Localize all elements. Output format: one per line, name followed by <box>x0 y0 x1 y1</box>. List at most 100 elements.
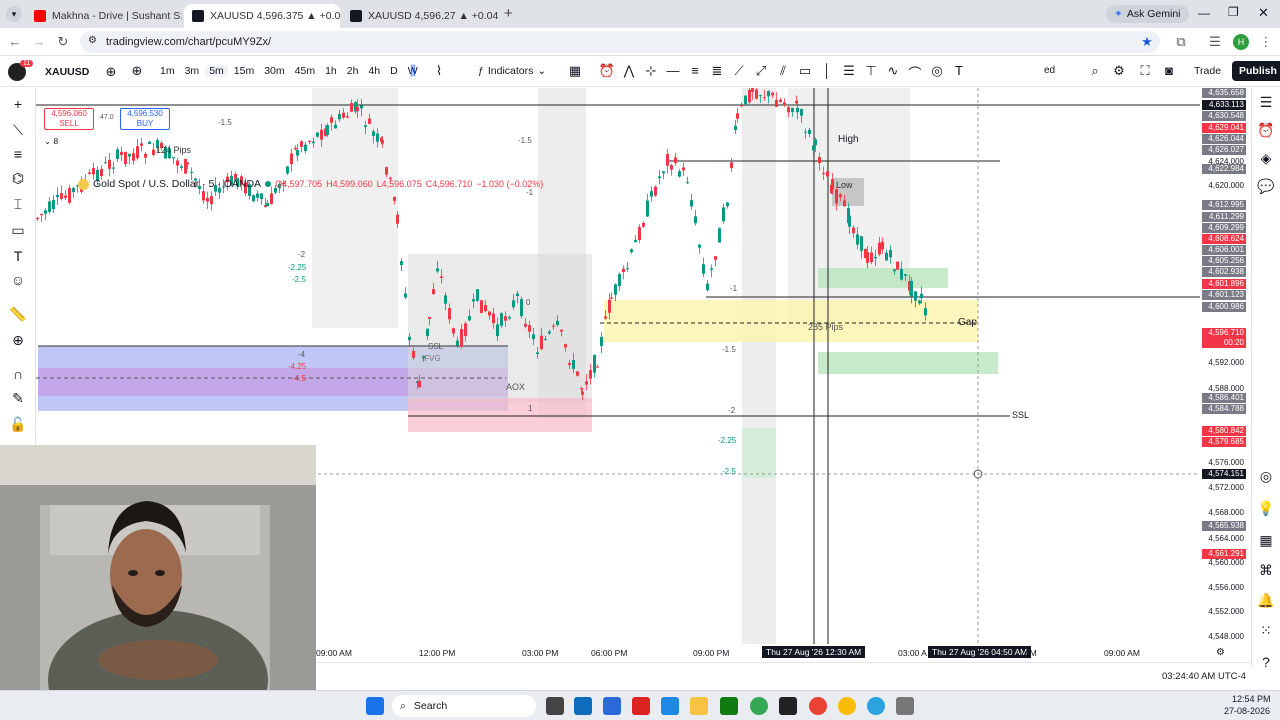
settings-icon[interactable] <box>896 697 914 715</box>
target-icon[interactable]: ◎ <box>1255 468 1277 485</box>
calendar-icon[interactable]: ▦ <box>1255 532 1277 549</box>
timeframe-3m[interactable]: 3m <box>181 65 204 77</box>
path-icon[interactable]: ∿ <box>882 63 904 82</box>
emoji-icon[interactable]: ☺ <box>7 272 29 288</box>
reload-icon[interactable]: ↻ <box>54 33 72 51</box>
utc-clock[interactable]: 03:24:40 AM UTC-4 <box>1162 671 1246 682</box>
trend-line-icon[interactable]: ⟋ <box>728 63 750 82</box>
chrome-icon[interactable] <box>750 697 768 715</box>
windows-start-icon[interactable] <box>366 697 384 715</box>
timeframe-5m[interactable]: 5m <box>205 65 228 77</box>
alerts-icon[interactable]: ⏰ <box>1255 122 1277 139</box>
ask-gemini-button[interactable]: ✦ Ask Gemini <box>1106 5 1189 23</box>
store-icon[interactable] <box>603 697 621 715</box>
ideas-icon[interactable]: 💡 <box>1255 500 1277 517</box>
publish-button[interactable]: Publish <box>1232 61 1280 81</box>
vertical-line-icon[interactable]: │ <box>816 63 838 82</box>
axis-settings-icon[interactable]: ⚙ <box>1216 647 1225 658</box>
chat-icon[interactable]: 💬 <box>1255 178 1277 195</box>
back-icon[interactable]: ← <box>6 33 24 51</box>
line-chart-icon[interactable]: ⌇ <box>428 63 450 79</box>
lock-icon[interactable]: 🔓 <box>7 416 29 433</box>
taskbar-date[interactable]: 27-08-2026 <box>1224 706 1270 716</box>
tab-2[interactable]: XAUUSD 4,596.27 ▲ +0.04% U × <box>342 4 498 28</box>
symbol-search[interactable]: XAUUSD <box>40 63 98 81</box>
magnet-icon[interactable]: ∩ <box>7 366 29 382</box>
indicators-button[interactable]: ƒ Indicators ⌄ <box>478 65 546 77</box>
object-tree-icon[interactable]: ◈ <box>1255 150 1277 167</box>
fullscreen-icon[interactable]: ⛶ <box>1134 63 1156 79</box>
tab-0[interactable]: Makhna - Drive | Sushant S × <box>26 4 182 28</box>
pattern-icon[interactable]: ⌬ <box>7 170 29 187</box>
zoom-in-icon[interactable]: ⊕ <box>7 332 29 349</box>
menu-kebab-icon[interactable]: ⋮ <box>1257 33 1275 51</box>
fib-retracement-icon[interactable]: ≡ <box>7 146 29 162</box>
circle-icon[interactable]: ◎ <box>926 63 948 82</box>
blue-app-icon[interactable] <box>661 697 679 715</box>
stay-drawing-icon[interactable]: ✎ <box>7 390 29 407</box>
file-explorer-icon[interactable] <box>690 697 708 715</box>
crosshair-icon[interactable]: + <box>7 96 29 112</box>
curve-icon[interactable]: ⌒ <box>904 63 926 82</box>
candles-icon[interactable]: ⫼ <box>402 63 424 79</box>
alert-icon[interactable]: ⏰ <box>596 63 618 82</box>
extensions-icon[interactable]: ⧉ <box>1172 33 1190 51</box>
new-tab-button[interactable]: + <box>504 5 513 22</box>
timeframe-30m[interactable]: 30m <box>260 65 288 77</box>
red-app-icon[interactable] <box>632 697 650 715</box>
rectangle-icon[interactable]: ▭ <box>794 63 816 82</box>
outlook-icon[interactable] <box>574 697 592 715</box>
ruler-icon[interactable]: 📏 <box>7 306 29 323</box>
fib-icon[interactable]: ≡ <box>684 63 706 82</box>
compare-icon[interactable]: ⊕ <box>100 64 122 80</box>
horizontal-line-icon[interactable]: — <box>662 63 684 82</box>
telegram-icon[interactable] <box>867 697 885 715</box>
settings-icon[interactable]: ⚙ <box>1108 63 1130 79</box>
time-axis[interactable]: 09:00 AM 12:00 PM 03:00 PM 06:00 PM 09:0… <box>316 644 1251 662</box>
maximize-button[interactable]: ❐ <box>1228 5 1239 19</box>
watchlist-icon[interactable]: ☰ <box>1255 94 1277 111</box>
lot-selector[interactable]: ⌄ 8 <box>44 136 58 147</box>
close-tab-icon[interactable]: × <box>180 9 182 23</box>
profile-avatar[interactable]: H <box>1233 34 1249 50</box>
text-icon[interactable]: T <box>7 248 29 264</box>
close-window-button[interactable]: ✕ <box>1258 5 1269 21</box>
news-icon[interactable]: ⌘ <box>1255 562 1277 579</box>
channel-icon[interactable]: ⫽ <box>772 63 794 82</box>
taskbar-time[interactable]: 12:54 PM <box>1232 694 1271 704</box>
timeframe-D[interactable]: D <box>386 65 402 77</box>
anchor-icon[interactable]: ⊤ <box>860 63 882 82</box>
trade-button[interactable]: Trade <box>1194 65 1221 77</box>
search-icon[interactable]: ⌕ <box>1084 63 1106 79</box>
tab-search-button[interactable]: ▾ <box>6 6 22 22</box>
url-field[interactable]: ⚙ tradingview.com/chart/pcuMY9Zx/ <box>80 31 1160 53</box>
site-info-icon[interactable]: ⚙ <box>88 35 97 46</box>
text-icon[interactable]: T <box>948 63 970 82</box>
taskbar-search[interactable]: ⌕ Search <box>392 695 536 717</box>
rectangle-icon[interactable]: ▭ <box>7 222 29 239</box>
buy-button[interactable]: 4,596.530 BUY <box>120 108 170 130</box>
dark-app-icon[interactable] <box>779 697 797 715</box>
chrome-icon[interactable] <box>838 697 856 715</box>
pattern-icon[interactable]: ⋀ <box>618 63 640 82</box>
timeframe-15m[interactable]: 15m <box>230 65 258 77</box>
reading-list-icon[interactable]: ☰ <box>1206 33 1224 51</box>
help-icon[interactable]: ? <box>1255 654 1277 670</box>
sell-button[interactable]: 4,596.060 SELL <box>44 108 94 130</box>
tab-1[interactable]: XAUUSD 4,596.375 ▲ +0.04% U × <box>184 4 340 28</box>
timeframe-45m[interactable]: 45m <box>291 65 319 77</box>
trend-line-icon[interactable]: ⟍ <box>7 122 29 139</box>
timeframe-4h[interactable]: 4h <box>364 65 384 77</box>
timeframe-1m[interactable]: 1m <box>156 65 179 77</box>
parallel-lines-icon[interactable]: ☰ <box>838 63 860 82</box>
notifications-icon[interactable]: 🔔 <box>1255 592 1277 609</box>
bookmark-star-icon[interactable]: ★ <box>1138 33 1156 51</box>
task-view-icon[interactable] <box>546 697 564 715</box>
minimize-button[interactable]: — <box>1198 6 1210 20</box>
xbox-icon[interactable] <box>720 697 738 715</box>
price-axis[interactable]: 4,635.658 4,633.113 4,630.548 4,629.041 4,62… <box>1200 88 1251 644</box>
projection-icon[interactable]: ⌶ <box>7 196 29 213</box>
crosshair-line-icon[interactable]: ⊹ <box>640 63 662 82</box>
timeframe-1h[interactable]: 1h <box>321 65 341 77</box>
camera-icon[interactable]: ◙ <box>1158 63 1180 78</box>
